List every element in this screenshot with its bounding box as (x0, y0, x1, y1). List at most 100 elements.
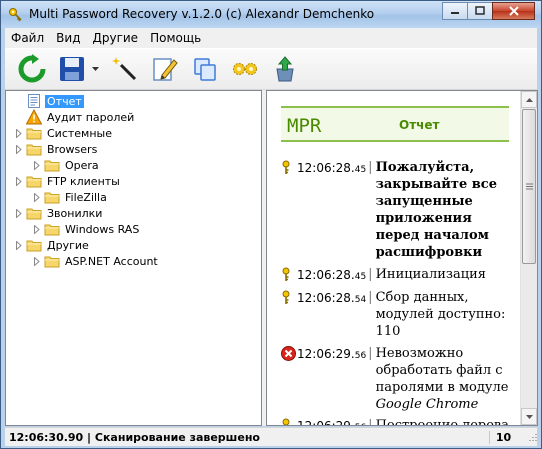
copy-icon (194, 58, 216, 81)
svg-text:MPR: MPR (287, 115, 322, 136)
key-info-icon (281, 418, 297, 425)
expand-arrow-icon[interactable] (14, 144, 23, 154)
tree-item[interactable]: Opera (32, 157, 101, 173)
error-icon (281, 346, 297, 413)
log-message-text: Инициализация (375, 267, 486, 282)
expand-arrow-icon[interactable] (14, 176, 23, 186)
update-icon (276, 56, 294, 82)
save-button[interactable] (55, 52, 89, 86)
log-entry: 12:06:28.54 | Сбор данных, модулей доступн… (281, 289, 511, 340)
scroll-up-button[interactable] (521, 91, 537, 108)
tree-item[interactable]: Отчет (14, 93, 84, 109)
expand-arrow-icon[interactable] (14, 128, 23, 138)
key-app-icon (9, 8, 22, 22)
wand-icon (112, 57, 137, 81)
log-separator: | (368, 290, 373, 305)
tree-item[interactable]: ASP.NET Account (32, 253, 160, 269)
settings-button[interactable] (228, 52, 262, 86)
scroll-down-icon (525, 414, 533, 419)
title-bar[interactable]: Multi Password Recovery v.1.2.0 (c) Alex… (1, 1, 541, 28)
log-entry: 12:06:29.56|Построение дерева (281, 417, 511, 426)
edit-icon (153, 58, 178, 81)
wand-button[interactable] (108, 52, 142, 86)
expand-arrow-icon[interactable] (32, 224, 41, 234)
log-entry: 12:06:29.56 | Невозможно обработать файл с… (281, 345, 511, 413)
edit-button[interactable] (148, 52, 182, 86)
expand-arrow-icon[interactable] (14, 208, 23, 218)
status-bar: 12:06:30.90 | Сканирование завершено 10 (5, 427, 537, 446)
tree-item[interactable]: Системные (14, 125, 114, 141)
app-window: Multi Password Recovery v.1.2.0 (c) Alex… (0, 0, 542, 449)
log-time-main: 12:06:28. (297, 291, 355, 305)
key-info-icon (281, 267, 297, 287)
settings-gears-icon (233, 63, 257, 75)
tree-item-label: Другие (47, 238, 89, 252)
tree-item[interactable]: Browsers (14, 141, 99, 157)
minimize-button[interactable] (442, 2, 468, 20)
copy-button[interactable] (188, 52, 222, 86)
log-time-ms: 45 (354, 165, 367, 175)
menu-help[interactable]: Помощь (144, 31, 207, 45)
menu-file[interactable]: Файл (5, 31, 50, 45)
log-time-main: 12:06:28. (297, 268, 355, 282)
mpr-logo: MPR (287, 115, 322, 136)
log-time-ms: 54 (354, 295, 367, 305)
log-message-text: Построение дерева (375, 418, 509, 426)
log-message-text: Сбор данных, модулей доступно: 110 (375, 290, 506, 339)
tree-panel[interactable]: Отчет Аудит паролей Системные Browsers Opera… (5, 90, 262, 426)
save-icon (60, 57, 84, 81)
log-time: 12:06:29.56 (297, 346, 366, 413)
refresh-button[interactable] (15, 52, 49, 86)
vertical-scrollbar[interactable] (520, 91, 537, 425)
scroll-down-button[interactable] (521, 408, 537, 425)
log-message: Невозможно обработать файл с паролями в … (376, 345, 511, 413)
tree-item[interactable]: FileZilla (32, 189, 109, 205)
folder-icon (44, 253, 60, 269)
tree-item-label: FTP клиенты (47, 174, 120, 188)
expand-arrow-icon[interactable] (14, 240, 23, 250)
expand-arrow-icon[interactable] (32, 160, 41, 170)
log-separator: | (368, 267, 373, 282)
key-info-icon (281, 290, 297, 340)
close-button[interactable] (492, 2, 535, 20)
tree-item[interactable]: Другие (14, 237, 91, 253)
grip-icon (525, 183, 533, 190)
key-info-icon (281, 160, 297, 261)
refresh-icon (18, 54, 46, 83)
folder-icon (44, 189, 60, 205)
folder-icon (44, 221, 60, 237)
folder-icon (26, 141, 42, 157)
log-separator: | (368, 418, 373, 426)
log-message: Построение дерева (375, 417, 511, 426)
tree-item[interactable]: Звонилки (14, 205, 104, 221)
tree-item[interactable]: Аудит паролей (14, 108, 136, 125)
menu-view[interactable]: Вид (50, 31, 86, 45)
warning-icon (25, 108, 43, 125)
status-message: 12:06:30.90 | Сканирование завершено (9, 430, 260, 444)
log-separator: | (368, 160, 373, 175)
expand-arrow-icon[interactable] (32, 256, 41, 266)
log-time-main: 12:06:29. (297, 419, 355, 426)
report-panel[interactable]: MPR Отчет 12:06:28.45 | Пожалуйста, закрыв… (266, 90, 538, 426)
log-time-ms: 56 (355, 423, 366, 425)
folder-icon (26, 237, 42, 253)
status-count: 10 (489, 430, 517, 444)
tree-item-label: Отчет (45, 94, 84, 108)
resize-grip-icon[interactable] (527, 431, 537, 443)
scroll-thumb[interactable] (522, 109, 536, 264)
save-dropdown-button[interactable] (90, 52, 100, 86)
update-button[interactable] (268, 52, 302, 86)
report-title: Отчет (399, 118, 440, 132)
maximize-button[interactable] (467, 2, 493, 20)
tree-item[interactable]: Windows RAS (32, 221, 141, 237)
window-title: Multi Password Recovery v.1.2.0 (c) Alex… (29, 7, 375, 21)
tree-item[interactable]: FTP клиенты (14, 173, 122, 189)
menu-other[interactable]: Другие (86, 31, 144, 45)
log-time-ms: 45 (354, 272, 367, 282)
log-message: Сбор данных, модулей доступно: 110 (376, 289, 511, 340)
scroll-up-icon (525, 97, 533, 102)
chevron-down-icon (91, 67, 99, 71)
log-time: 12:06:28.45 (297, 267, 366, 287)
expand-arrow-icon[interactable] (32, 192, 41, 202)
